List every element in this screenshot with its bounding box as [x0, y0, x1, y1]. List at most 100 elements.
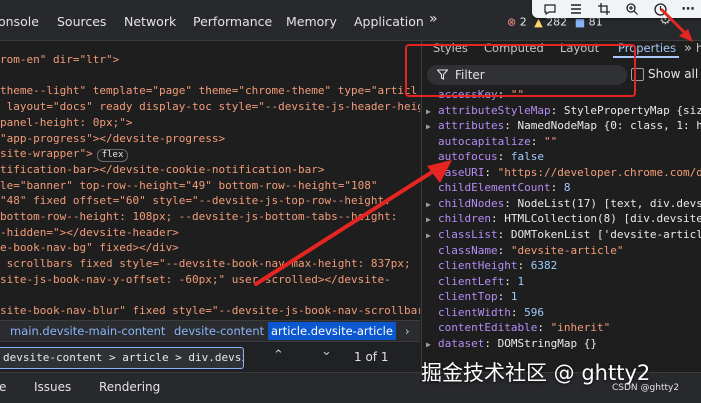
chevron-up-icon[interactable]: ⌃ [273, 348, 284, 363]
tab-styles[interactable]: Styles [433, 41, 468, 55]
property-value: StylePropertyMap {size [563, 103, 701, 117]
tab-sources[interactable]: Sources [57, 14, 106, 29]
zoom-in-icon[interactable] [624, 1, 640, 17]
property-row[interactable]: contentEditable: "inherit" [426, 321, 610, 335]
property-value: NamedNodeMap {0: class, 1: ha [517, 119, 701, 133]
drawer-tab-issues[interactable]: Issues [34, 380, 71, 394]
property-row[interactable]: baseURI: "https://developer.chrome.com/d [426, 166, 701, 180]
property-row[interactable]: clientLeft: 1 [426, 275, 524, 289]
property-row[interactable]: clientWidth: 596 [426, 306, 544, 320]
property-key: clientHeight [438, 259, 518, 273]
dom-node-line[interactable]: tification-bar></devsite-cookie-notifica… [0, 163, 325, 177]
dom-node-text: theme--light" template="page" theme="chr… [0, 84, 418, 98]
search-match-count: 1 of 1 [354, 350, 389, 364]
dom-node-line[interactable]: le="banner" top-row--height="49" bottom-… [0, 179, 378, 193]
property-row[interactable]: ▶ childNodes: NodeList(17) [text, div.dev… [426, 197, 701, 211]
dom-node-text: tification-bar></devsite-cookie-notifica… [0, 162, 325, 176]
dom-node-line[interactable]: bottom-row--height: 108px; --devsite-js-… [0, 210, 397, 224]
breadcrumb-main[interactable]: main.devsite-main-content [10, 324, 165, 338]
property-row[interactable]: ▶ attributes: NamedNodeMap {0: class, 1: … [426, 119, 701, 133]
property-value: "" [543, 134, 558, 148]
tab-application[interactable]: Application [354, 14, 424, 29]
expand-triangle-icon[interactable]: ▶ [426, 120, 438, 134]
more-sidebar-tabs-icon[interactable]: » [684, 41, 692, 56]
property-row[interactable]: ▶ attributeStyleMap: StylePropertyMap {si… [426, 104, 701, 118]
property-key: attributes [438, 119, 505, 133]
property-separator: : [490, 212, 505, 226]
filter-input[interactable]: Filter [427, 65, 627, 85]
property-separator: : [537, 321, 551, 335]
property-row[interactable]: ▶ children: HTMLCollection(8) [div.devsit… [426, 212, 701, 226]
property-key: attributeStyleMap [438, 103, 551, 117]
dom-node-line[interactable]: site-book-nav-blur" fixed style="--devsi… [0, 304, 420, 318]
dom-node-line[interactable]: site-wrapper"> flex [0, 147, 129, 163]
property-row[interactable]: autofocus: false [426, 150, 544, 164]
dom-node-line[interactable]: theme--light" template="page" theme="chr… [0, 84, 417, 98]
property-separator: : [497, 243, 511, 257]
property-value: HTMLCollection(8) [div.devsite- [504, 212, 701, 226]
property-row[interactable]: autocapitalize: "" [426, 135, 557, 149]
tab-console[interactable]: onsole [0, 14, 39, 29]
property-key: accessKey [438, 88, 498, 101]
flex-badge[interactable]: flex [96, 149, 129, 163]
tab-performance[interactable]: Performance [193, 14, 272, 29]
property-separator: : [497, 150, 511, 164]
expand-triangle-icon[interactable]: ▶ [426, 213, 438, 227]
dom-node-line[interactable]: -hidden="></devsite-header> [0, 226, 179, 240]
breadcrumb-article[interactable]: article.devsite-article [268, 322, 396, 340]
dom-node-line[interactable]: scrollbars fixed style="--devsite-book-n… [0, 257, 411, 271]
list-icon[interactable] [568, 1, 584, 17]
drawer-tab-rendering[interactable]: Rendering [99, 380, 160, 394]
error-icon: ⊗ [507, 15, 517, 29]
property-value: false [510, 150, 544, 164]
property-row[interactable]: clientHeight: 6382 [426, 259, 557, 273]
dom-node-line[interactable]: "app-progress"></devsite-progress> [0, 132, 225, 146]
expand-triangle-icon[interactable]: ▶ [426, 229, 438, 243]
property-separator: : [504, 274, 518, 288]
elements-tree[interactable]: rom-en" dir="ltr"> theme--light" template… [0, 41, 420, 320]
chevron-down-icon[interactable]: ⌄ [321, 344, 332, 359]
property-row[interactable]: clientTop: 1 [426, 290, 517, 304]
breadcrumb-devsite-content[interactable]: devsite-content [174, 324, 264, 338]
expand-triangle-icon[interactable]: ▶ [426, 105, 438, 119]
dom-node-text: site-js-book-nav-y-offset: -60px;" user-… [0, 272, 391, 286]
tab-computed[interactable]: Computed [484, 41, 544, 55]
dom-node-line[interactable]: panel-height: 0px;"> [0, 116, 132, 130]
dom-node-text: panel-height: 0px;"> [0, 115, 133, 129]
show-all-checkbox[interactable] [631, 68, 644, 81]
property-row[interactable]: ▶ dataset: DOMStringMap {} [426, 337, 597, 351]
dom-node-line[interactable]: "48" fixed offset="60" style="--devsite-… [0, 194, 391, 208]
chevron-right-icon[interactable]: › [405, 324, 410, 338]
dom-node-text: site-wrapper"> [0, 147, 93, 161]
property-key: childElementCount [438, 181, 551, 195]
tab-memory[interactable]: Memory [286, 14, 337, 29]
dom-node-line[interactable]: site-js-book-nav-y-offset: -60px;" user-… [0, 273, 391, 287]
timer-icon[interactable] [652, 1, 668, 17]
tab-layout[interactable]: Layout [560, 41, 599, 55]
tab-network[interactable]: Network [124, 14, 176, 29]
more-tabs-icon[interactable]: » [429, 11, 438, 27]
show-all-label: Show all [648, 67, 699, 81]
dom-node-line[interactable]: rom-en" dir="ltr"> [0, 53, 119, 67]
property-key: clientTop [438, 290, 498, 304]
property-row[interactable]: ▶ classList: DOMTokenList ['devsite-artic… [426, 228, 701, 242]
property-row[interactable]: childElementCount: 8 [426, 181, 570, 195]
comment-icon[interactable] [542, 1, 558, 17]
dom-node-line[interactable]: e-book-nav-bg" fixed></div> [0, 241, 179, 255]
more-icon[interactable]: ⋯ [680, 1, 696, 17]
dom-node-text: rom-en" dir="ltr"> [0, 53, 120, 66]
search-input[interactable]: devsite-content > article > div.devsite-… [0, 347, 244, 369]
active-tab-indicator [613, 56, 679, 58]
property-row[interactable]: accessKey: "" [426, 88, 524, 102]
crop-icon[interactable] [596, 1, 612, 17]
expand-triangle-icon[interactable]: ▶ [426, 198, 438, 212]
property-value: 6382 [530, 259, 558, 273]
expand-triangle-icon[interactable]: ▶ [426, 338, 438, 352]
property-separator: : [517, 259, 531, 273]
property-row[interactable]: className: "devsite-article" [426, 244, 623, 258]
dom-node-line[interactable]: layout="docs" ready display-toc style="-… [0, 100, 420, 114]
drawer-tab-console[interactable]: e [0, 380, 6, 394]
tab-properties[interactable]: Properties [618, 41, 676, 55]
dom-node-text: "app-progress"></devsite-progress> [0, 131, 226, 145]
property-separator: : [504, 196, 518, 210]
